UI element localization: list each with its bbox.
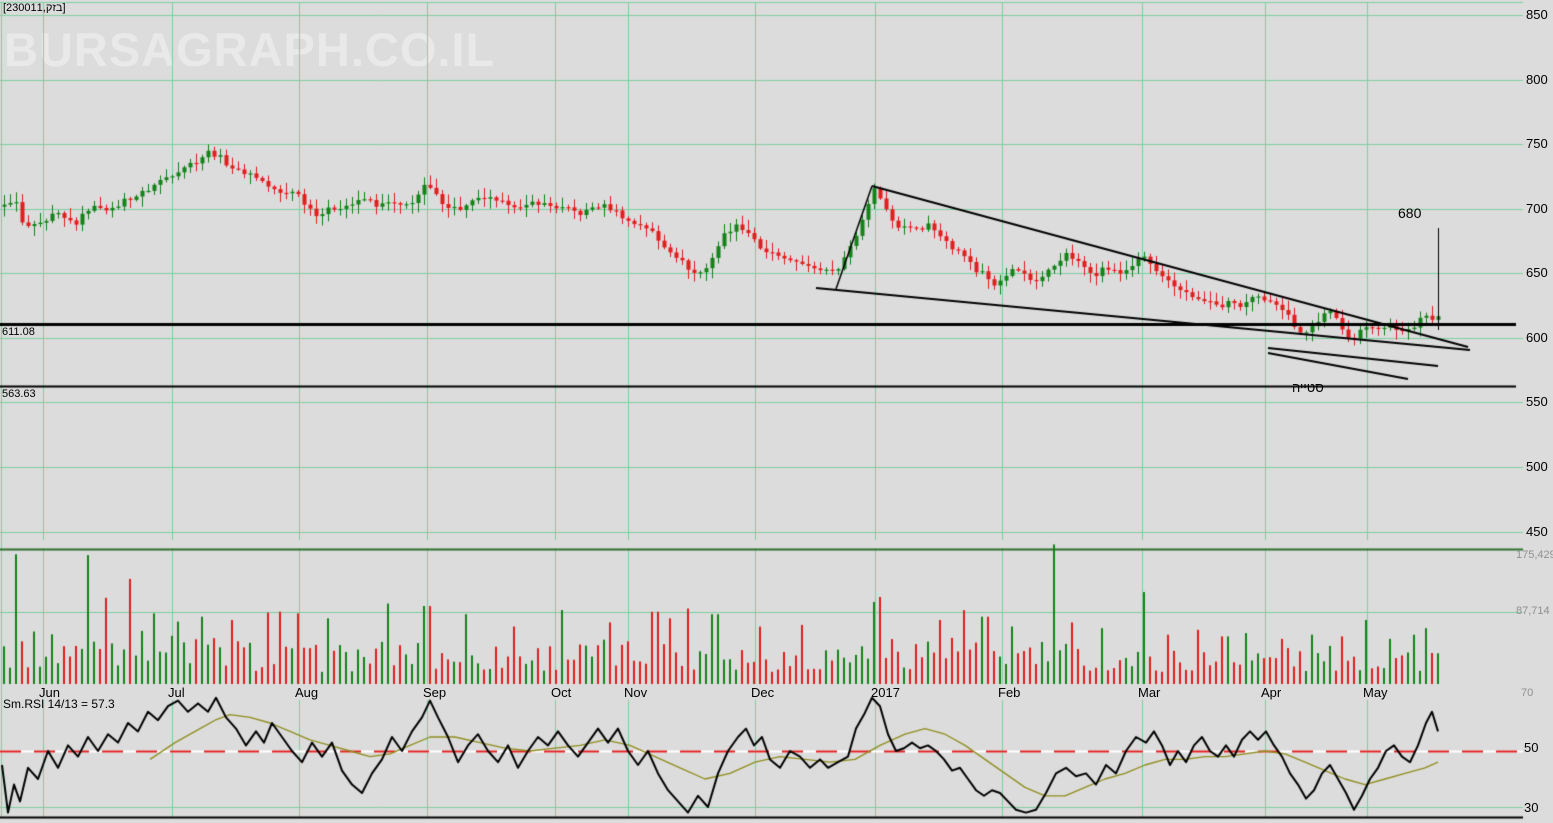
support-level-label-major: 611.08 — [2, 326, 35, 338]
support-level-label-minor: 563.63 — [2, 388, 36, 400]
price-axis-tick: 850 — [1526, 7, 1548, 22]
month-label: Aug — [295, 685, 319, 700]
month-label: Jun — [39, 685, 60, 700]
month-label: Apr — [1261, 685, 1282, 700]
price-axis-tick: 800 — [1526, 72, 1548, 87]
volume-axis-tick: 175,429 — [1516, 549, 1553, 561]
month-label: 2017 — [871, 685, 900, 700]
rsi-axis-tick: 30 — [1524, 800, 1539, 815]
price-axis-tick: 500 — [1526, 459, 1548, 474]
price-axis-tick: 450 — [1526, 524, 1548, 539]
month-label: Dec — [751, 685, 775, 700]
price-axis-tick: 650 — [1526, 265, 1548, 280]
instrument-label: [230011,בזק] — [3, 2, 66, 14]
price-axis-tick: 750 — [1526, 136, 1548, 151]
month-label: Jul — [168, 685, 185, 700]
rsi-axis-tick: 50 — [1524, 740, 1539, 755]
price-axis-tick: 700 — [1526, 201, 1548, 216]
price-axis-tick: 550 — [1526, 394, 1548, 409]
price-axis-tick: 600 — [1526, 330, 1548, 345]
volume-axis-tick: 87,714 — [1516, 605, 1550, 617]
month-label: Oct — [551, 685, 572, 700]
month-label: Nov — [624, 685, 648, 700]
rsi-axis-tick: 70 — [1521, 687, 1534, 699]
deviation-label: סטייה — [1292, 380, 1324, 395]
month-label: Sep — [423, 685, 447, 700]
chart-window: BURSAGRAPH.CO.IL [230011,בזק] 611.08 563… — [0, 0, 1553, 823]
chart-canvas[interactable] — [0, 0, 1553, 823]
month-label: Mar — [1138, 685, 1161, 700]
month-label: May — [1363, 685, 1388, 700]
price-target-label: 680 — [1398, 205, 1422, 221]
month-label: Feb — [998, 685, 1021, 700]
